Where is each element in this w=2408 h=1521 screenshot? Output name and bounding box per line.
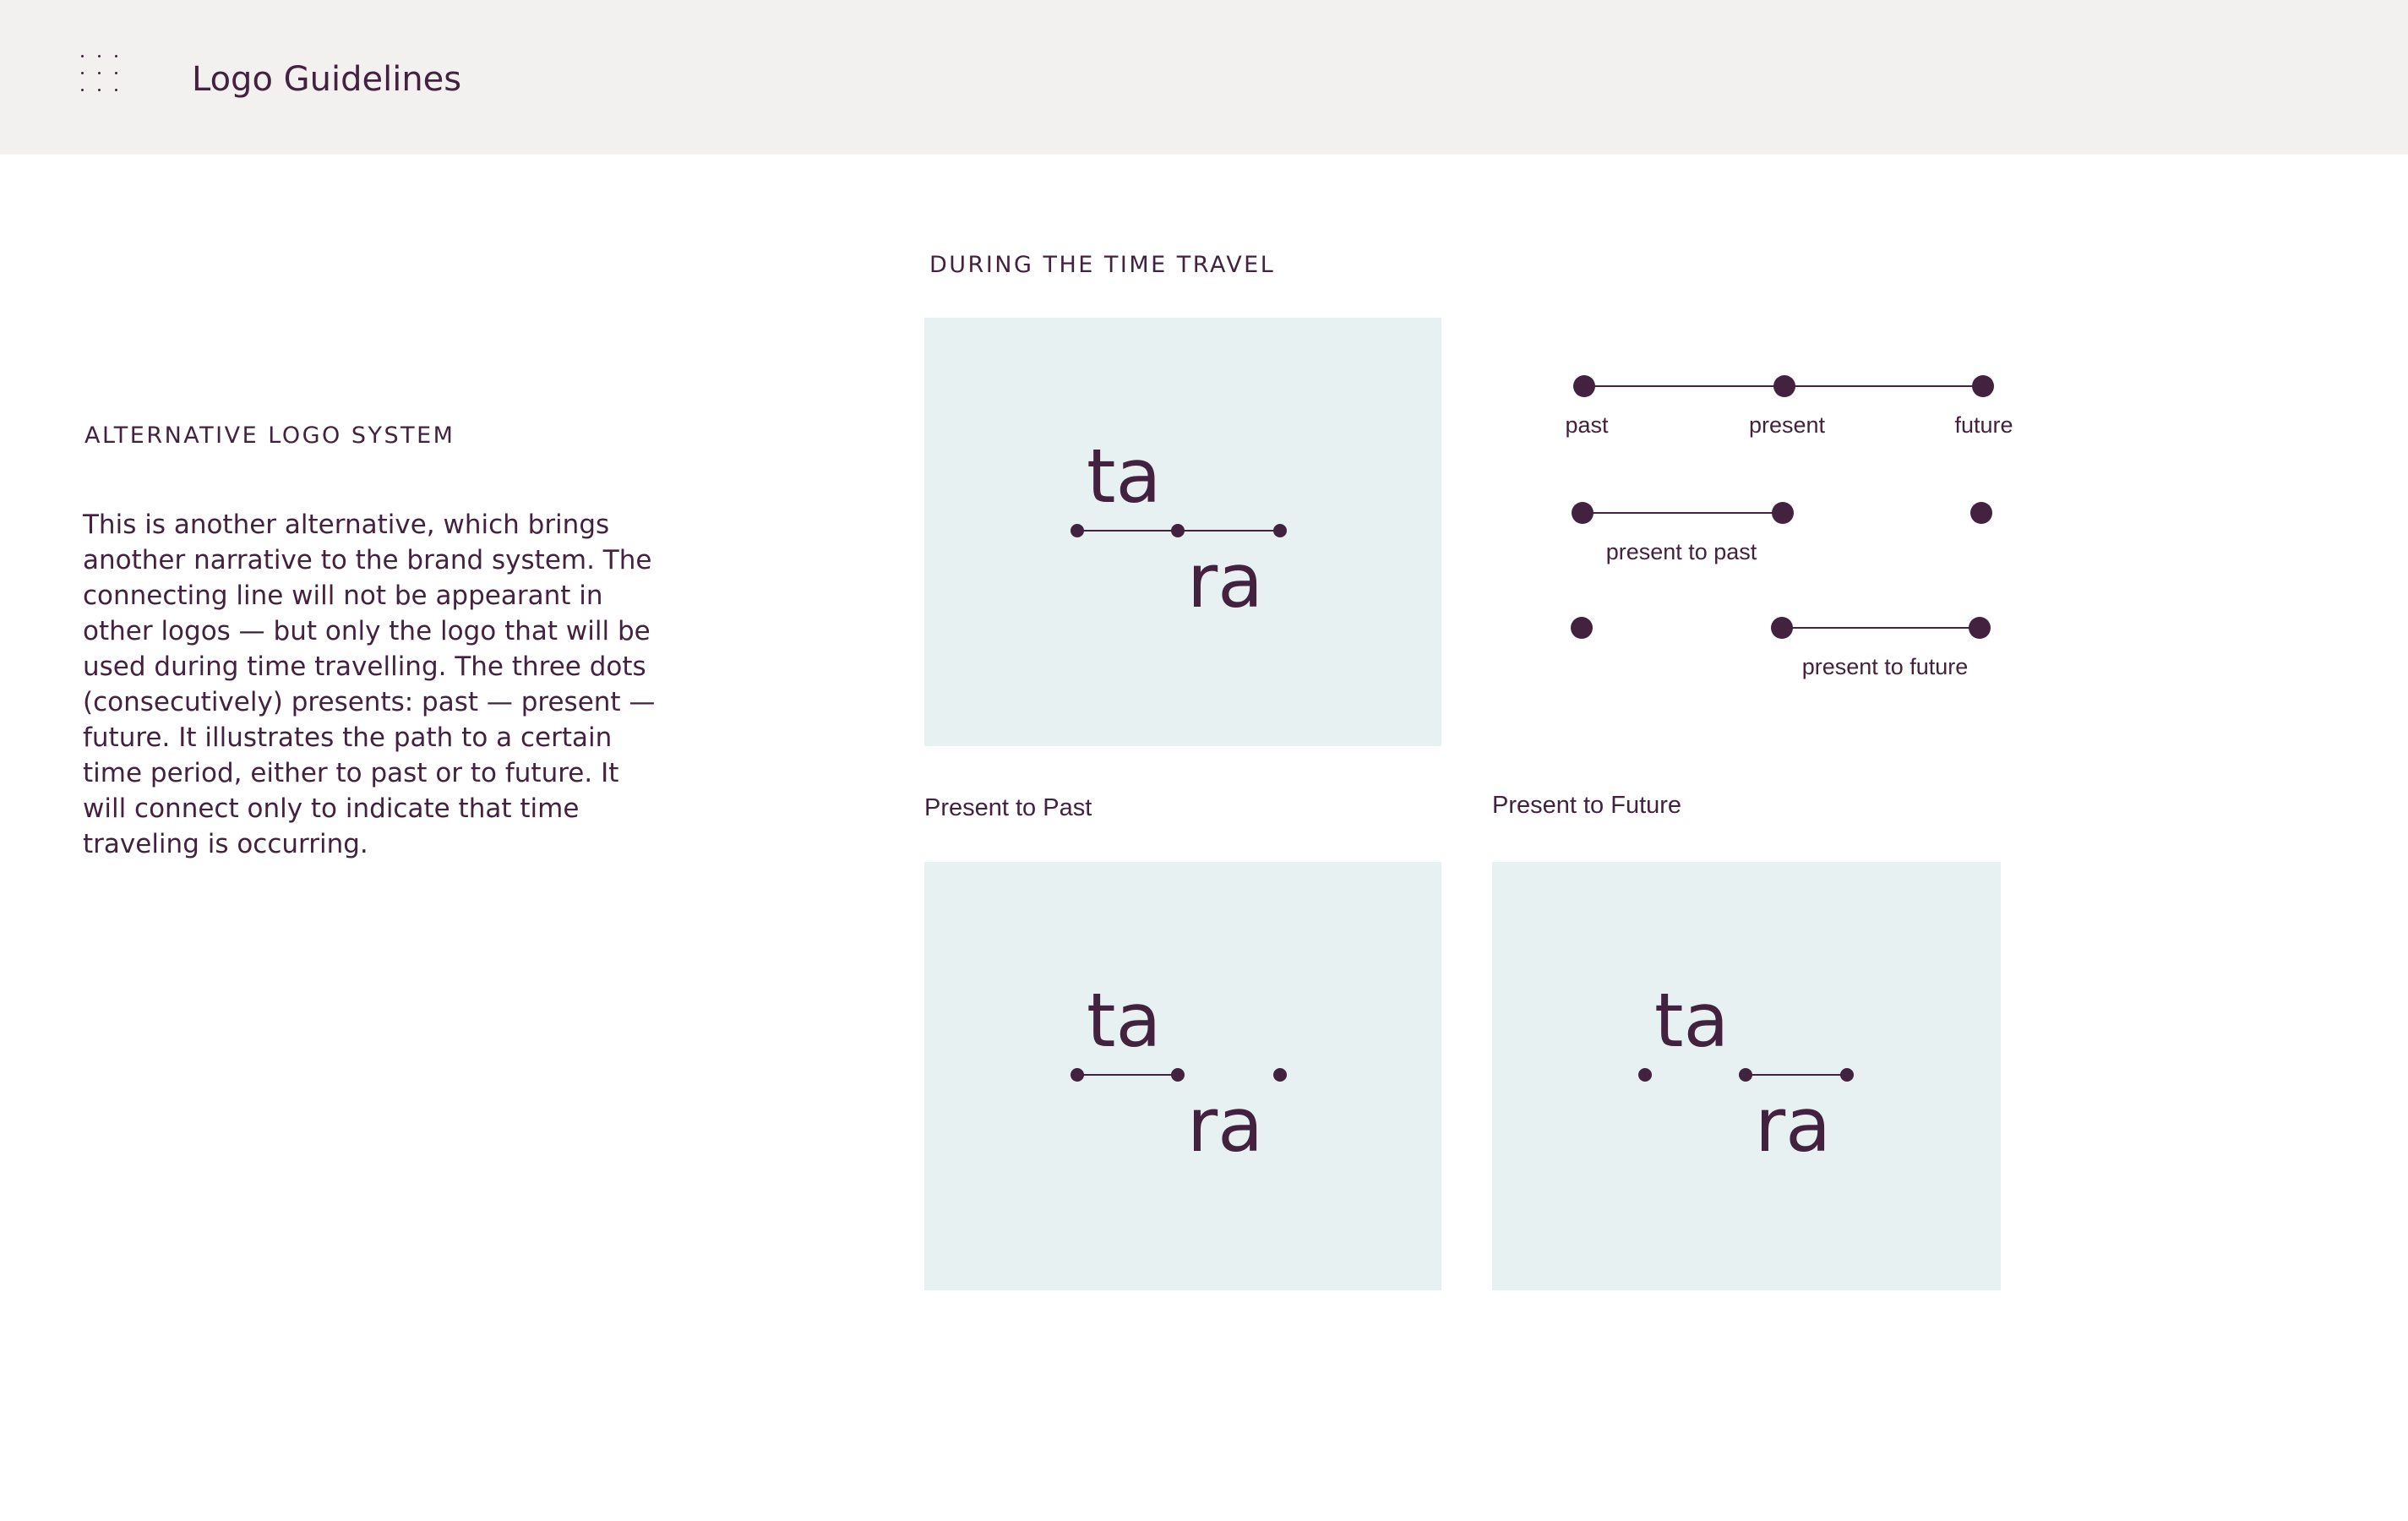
- label-present-to-past: present to past: [1606, 539, 1757, 564]
- dot-past: [1573, 375, 1595, 397]
- logo-text-top: ta: [1087, 977, 1161, 1064]
- dot-past: [1638, 1068, 1652, 1082]
- dot-present: [1171, 524, 1185, 537]
- logo-text-bottom: ra: [1187, 1082, 1263, 1169]
- tara-logo-connected: ta ra: [1071, 433, 1287, 624]
- caption-present-to-future: Present to Future: [1492, 792, 1682, 819]
- tara-logo-present-to-past: ta ra: [1071, 977, 1287, 1169]
- dot-present: [1773, 375, 1795, 397]
- dot-past: [1571, 617, 1593, 639]
- logo-text-top: ta: [1087, 433, 1161, 520]
- dot-past: [1071, 1068, 1084, 1082]
- logo-text-bottom: ra: [1187, 537, 1263, 624]
- time-travel-diagram: past present future present to past pres…: [1565, 375, 2013, 679]
- dot-future: [1840, 1068, 1854, 1082]
- label-past: past: [1565, 412, 1609, 438]
- logo-panel-present-to-past: ta ra: [924, 862, 1441, 1290]
- section-heading-alternative-logo-system: ALTERNATIVE LOGO SYSTEM: [84, 422, 455, 449]
- dot-future: [1273, 524, 1287, 537]
- dot-future: [1972, 375, 1994, 397]
- dot-past: [1572, 502, 1594, 524]
- description-paragraph: This is another alternative, which bring…: [83, 510, 656, 859]
- dot-present: [1171, 1068, 1185, 1082]
- label-present-to-future: present to future: [1802, 654, 1969, 679]
- page-title: Logo Guidelines: [192, 60, 462, 99]
- label-future: future: [1954, 412, 2013, 438]
- logo-text-top: ta: [1654, 977, 1729, 1064]
- dot-future: [1970, 502, 1992, 524]
- tara-logo-present-to-future: ta ra: [1638, 977, 1854, 1169]
- header-bar: Logo Guidelines: [0, 0, 2408, 155]
- dot-future: [1273, 1068, 1287, 1082]
- logo-panel-main: ta ra: [924, 318, 1441, 746]
- caption-present-to-past: Present to Past: [924, 794, 1092, 821]
- logo-text-bottom: ra: [1755, 1082, 1831, 1169]
- section-heading-during-time-travel: DURING THE TIME TRAVEL: [929, 252, 1276, 278]
- grid-dots-icon[interactable]: [81, 55, 132, 106]
- label-present: present: [1749, 412, 1826, 438]
- dot-past: [1071, 524, 1084, 537]
- dot-present: [1772, 502, 1794, 524]
- logo-panel-present-to-future: ta ra: [1492, 862, 2001, 1290]
- dot-future: [1969, 617, 1991, 639]
- dot-present: [1771, 617, 1793, 639]
- dot-present: [1739, 1068, 1752, 1082]
